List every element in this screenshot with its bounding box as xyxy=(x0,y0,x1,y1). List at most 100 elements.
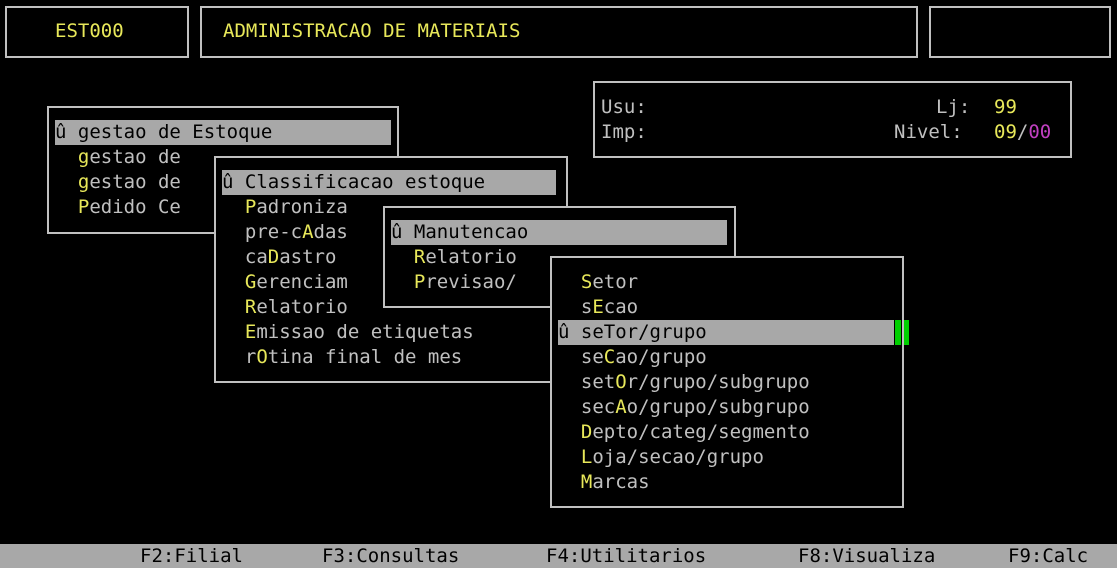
hotkey: R xyxy=(413,246,426,268)
item-prefix xyxy=(222,321,245,343)
item-prefix xyxy=(558,271,581,293)
hotkey: R xyxy=(244,296,257,318)
menu-estoque-item-1[interactable]: û Classificacao estoque xyxy=(222,170,556,195)
menu-classificacao-item-2[interactable]: Relatorio xyxy=(391,245,517,270)
menu-manutencao-item-4[interactable]: seCao/grupo xyxy=(558,345,707,370)
item-label: arcas xyxy=(592,471,650,493)
hotkey: P xyxy=(244,196,257,218)
item-prefix xyxy=(222,296,245,318)
item-prefix: û se xyxy=(558,321,604,343)
imp-label: Imp: xyxy=(601,121,647,143)
hotkey: O xyxy=(256,346,268,368)
item-prefix xyxy=(391,246,414,268)
menu-manutencao-item-6[interactable]: secAo/grupo/subgrupo xyxy=(558,395,810,420)
item-label: edido Ce xyxy=(89,196,181,218)
fkey-f3-consultas[interactable]: F3:Consultas xyxy=(322,544,459,568)
menu-estoque-item-5[interactable]: Gerenciam xyxy=(222,270,348,295)
nivel-value-a: 09 xyxy=(994,121,1017,143)
menu-estoque-item-4[interactable]: caDastro xyxy=(222,245,337,270)
item-prefix: r xyxy=(222,346,257,368)
menu-manutencao-item-7[interactable]: Depto/categ/segmento xyxy=(558,420,810,445)
text-cursor xyxy=(895,320,901,345)
item-label: astro xyxy=(279,246,337,268)
right-header-box xyxy=(929,6,1111,58)
app-title: ADMINISTRACAO DE MATERIAIS xyxy=(223,20,521,42)
item-label: epto/categ/segmento xyxy=(592,421,810,443)
loja-label: Lj: xyxy=(936,96,971,118)
session-info-box: Usu: Imp: Lj: 99 Nivel: 09/00 xyxy=(593,81,1072,158)
hotkey: M xyxy=(580,471,593,493)
fkey-f4-utilitarios[interactable]: F4:Utilitarios xyxy=(546,544,706,568)
item-label: estao de xyxy=(89,146,181,168)
hotkey: S xyxy=(580,271,593,293)
item-label: anutencao xyxy=(425,221,529,243)
loja-value: 99 xyxy=(994,96,1017,118)
hotkey: P xyxy=(77,196,90,218)
nivel-sep: / xyxy=(1016,121,1029,143)
item-label: tina final de mes xyxy=(267,346,463,368)
fkey-f2-filial[interactable]: F2:Filial xyxy=(140,544,243,568)
item-label: cao xyxy=(603,296,639,318)
text-cursor xyxy=(904,320,909,345)
item-label: estao de xyxy=(89,171,181,193)
nivel-value-b: 00 xyxy=(1028,121,1052,143)
item-indent xyxy=(55,171,78,193)
item-prefix xyxy=(222,196,245,218)
title-box: ADMINISTRACAO DE MATERIAIS xyxy=(200,6,918,58)
hotkey: D xyxy=(267,246,280,268)
menu-estoque-item-8[interactable]: rOtina final de mes xyxy=(222,345,462,370)
hotkey: T xyxy=(603,321,616,343)
hotkey: O xyxy=(615,371,627,393)
menu-manutencao-item-8[interactable]: Loja/secao/grupo xyxy=(558,445,764,470)
item-prefix: û xyxy=(391,221,414,243)
menu-manutencao-item-9[interactable]: Marcas xyxy=(558,470,650,495)
menu-manutencao-item-2[interactable]: sEcao xyxy=(558,295,638,320)
menu-estoque-item-3[interactable]: pre-cAdas xyxy=(222,220,348,245)
item-label: adroniza xyxy=(256,196,348,218)
item-prefix: ca xyxy=(222,246,268,268)
nivel-value: 09/00 xyxy=(994,120,1051,145)
item-prefix: s xyxy=(558,296,593,318)
item-indent xyxy=(55,146,78,168)
menu-classificacao-item-1[interactable]: û Manutencao xyxy=(391,220,727,245)
nivel-label: Nivel: xyxy=(894,121,963,143)
menu-estoque-item-6[interactable]: Relatorio xyxy=(222,295,348,320)
menu-main-item-1[interactable]: û gestao de Estoque xyxy=(55,120,391,145)
hotkey: L xyxy=(580,446,593,468)
item-prefix: sec xyxy=(558,396,616,418)
menu-estoque-item-2[interactable]: Padroniza xyxy=(222,195,348,220)
item-label: elatorio xyxy=(425,246,517,268)
hotkey: M xyxy=(413,221,426,243)
menu-manutencao-item-1[interactable]: Setor xyxy=(558,270,638,295)
program-code-box: EST000 xyxy=(5,6,189,58)
menu-manutencao-item-3[interactable]: û seTor/grupo xyxy=(558,320,894,345)
hotkey: P xyxy=(413,271,426,293)
hotkey: g xyxy=(77,171,90,193)
item-prefix xyxy=(222,271,245,293)
item-label: lassificacao estoque xyxy=(256,171,486,193)
item-prefix: set xyxy=(558,371,616,393)
function-key-bar: F2:Filial F3:Consultas F4:Utilitarios F8… xyxy=(0,544,1117,568)
menu-classificacao-item-3[interactable]: Previsao/ xyxy=(391,270,517,295)
item-label: r/grupo/subgrupo xyxy=(626,371,810,393)
program-code: EST000 xyxy=(55,20,124,42)
item-prefix xyxy=(391,271,414,293)
item-label: etor xyxy=(592,271,639,293)
item-label: oja/secao/grupo xyxy=(592,446,764,468)
menu-main-item-4[interactable]: Pedido Ce xyxy=(55,195,181,220)
menu-manutencao-item-5[interactable]: setOr/grupo/subgrupo xyxy=(558,370,810,395)
item-prefix xyxy=(558,421,581,443)
fkey-f9-calc[interactable]: F9:Calc xyxy=(1008,544,1088,568)
item-label: revisao/ xyxy=(425,271,517,293)
menu-main-item-2[interactable]: gestao de xyxy=(55,145,181,170)
fkey-f8-visualiza[interactable]: F8:Visualiza xyxy=(798,544,935,568)
hotkey: g xyxy=(77,146,90,168)
item-label: erenciam xyxy=(256,271,348,293)
hotkey: C xyxy=(244,171,257,193)
item-label: ao/grupo xyxy=(615,346,707,368)
menu-estoque-item-7[interactable]: Emissao de etiquetas xyxy=(222,320,474,345)
menu-main-item-3[interactable]: gestao de xyxy=(55,170,181,195)
item-prefix: û xyxy=(222,171,245,193)
item-indent xyxy=(55,196,78,218)
hotkey: A xyxy=(302,221,314,243)
